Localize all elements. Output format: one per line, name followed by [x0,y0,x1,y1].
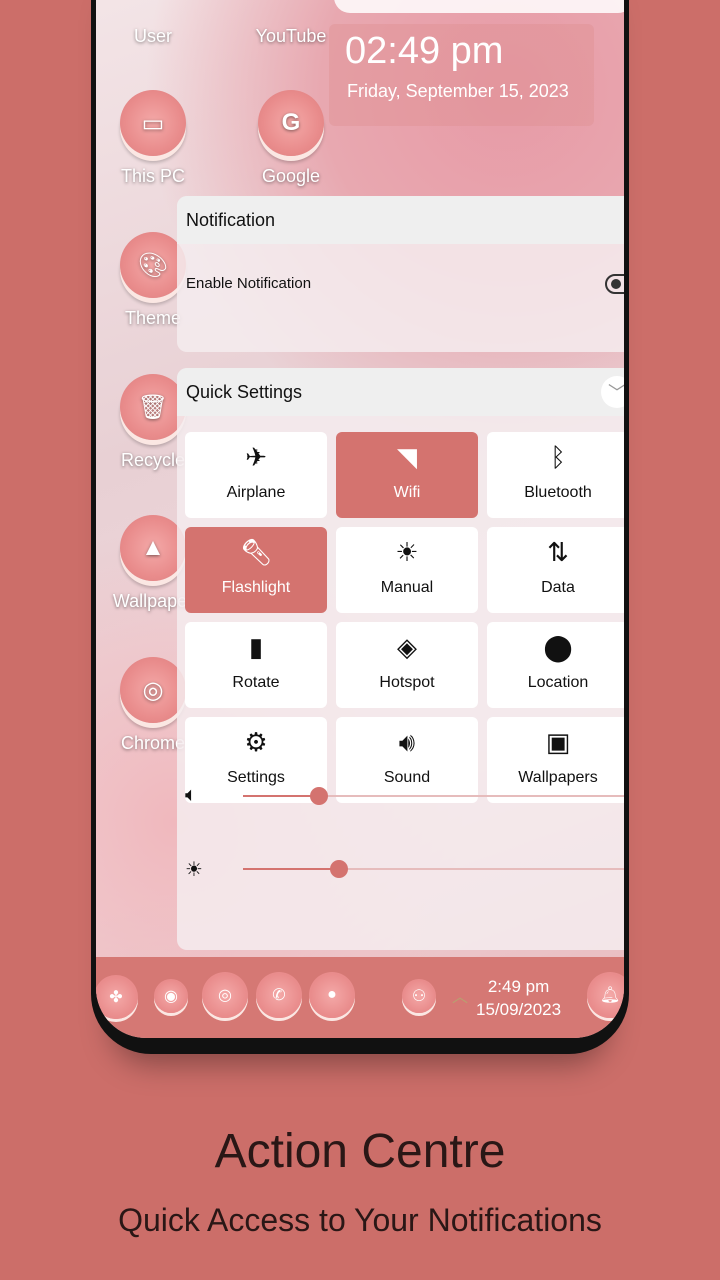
brightness-slider[interactable]: ☀ [185,855,624,885]
tile-label: Flashlight [221,579,291,596]
quick-settings-title: Quick Settings [177,368,624,416]
app-label: YouTube [255,26,327,46]
brightness-icon: ☀ [185,859,203,881]
tile-wifi[interactable]: ◥ Wifi [336,432,478,518]
enable-notification-toggle[interactable] [605,274,624,294]
chevron-up-icon[interactable]: ︿ [452,983,468,1007]
start-menu-icon[interactable]: ✤ [96,975,138,1019]
app-label: Recycle [120,450,186,470]
tile-label: Airplane [226,484,286,501]
app-label: Theme [124,308,182,328]
airplane-icon: ✈ [245,442,267,472]
clock-time: 02:49 pm [345,30,504,72]
app-user[interactable]: User [108,0,198,47]
app-label: This PC [120,166,185,186]
rotate-lock-icon: ▮ [248,632,264,662]
phone-screen: User YouTube ▭ This PC G Google 🎨︎ Theme 🗑︎… [96,0,624,1038]
app-label: Chrome [120,733,186,753]
chrome-icon[interactable]: ◎ [202,972,248,1018]
brightness-icon: ☀ [395,537,419,567]
monitor-icon: ▭ [120,90,186,156]
tile-hotspot[interactable]: ◈ Hotspot [336,622,478,708]
tile-label: Wifi [393,484,421,501]
flashlight-icon: 🔦︎ [239,537,273,567]
volume-icon: 🔈︎ [185,784,197,806]
tile-location[interactable]: ⬤ Location [487,622,624,708]
taskbar-date: 15/09/2023 [476,1000,562,1019]
notification-title: Notification [177,196,624,244]
bluetooth-icon: ᛒ [550,442,566,472]
tile-rotate[interactable]: ▮ Rotate [185,622,327,708]
clock-widget: 02:49 pm Friday, September 15, 2023 [329,24,594,126]
data-icon: ⇅ [547,537,569,567]
google-icon: G [258,90,324,156]
taskbar-clock[interactable]: 2:49 pm 15/09/2023 [476,975,561,1021]
app-label: Google [261,166,321,186]
people-icon[interactable]: ⚇ [402,979,436,1013]
taskbar: ✤ ◉ ◎ ✆ ● ⚇ ︿ 2:49 pm 15/09/2023 🔔︎ [96,957,624,1038]
tile-label: Manual [380,579,434,596]
clock-date: Friday, September 15, 2023 [347,81,569,101]
brightness-slider-thumb[interactable] [329,860,348,878]
app-youtube[interactable]: YouTube [246,0,336,47]
volume-slider[interactable]: 🔈︎ [185,782,624,812]
tile-label: Rotate [232,674,280,691]
message-icon[interactable]: ● [309,972,355,1018]
top-bar [334,0,624,13]
wifi-icon: ◥ [397,442,417,472]
volume-icon: 🔊︎ [398,727,416,757]
taskbar-time: 2:49 pm [487,977,550,996]
location-icon: ⬤ [543,632,573,662]
tile-data[interactable]: ⇅ Data [487,527,624,613]
phone-frame: User YouTube ▭ This PC G Google 🎨︎ Theme 🗑︎… [91,0,629,1054]
app-this-pc[interactable]: ▭ This PC [108,90,198,187]
phone-icon[interactable]: ✆ [256,972,302,1018]
quick-settings-panel: Quick Settings ﹀ ✈Airplane◥WifiᛒBluetoot… [177,368,624,950]
hotspot-icon: ◈ [397,632,417,662]
tile-bluetooth[interactable]: ᛒ Bluetooth [487,432,624,518]
tile-label: Data [541,579,575,596]
tile-label: Hotspot [379,674,435,691]
notification-panel: Notification Enable Notification [177,196,624,352]
tile-airplane[interactable]: ✈ Airplane [185,432,327,518]
tile-label: Bluetooth [524,484,592,501]
promo-title: Action Centre [214,1125,506,1178]
volume-slider-thumb[interactable] [310,787,329,805]
tile-manual[interactable]: ☀ Manual [336,527,478,613]
tile-flashlight[interactable]: 🔦︎ Flashlight [185,527,327,613]
promo-subtitle: Quick Access to Your Notifications [118,1202,602,1238]
camera-icon[interactable]: ◉ [154,979,188,1013]
enable-notification-label: Enable Notification [186,275,312,292]
gear-icon: ⚙ [244,727,268,757]
app-label: User [133,26,172,46]
image-icon: ▣ [545,727,571,757]
tile-label: Location [527,674,589,691]
app-google[interactable]: G Google [246,90,336,187]
bell-icon[interactable]: 🔔︎ [587,972,624,1018]
